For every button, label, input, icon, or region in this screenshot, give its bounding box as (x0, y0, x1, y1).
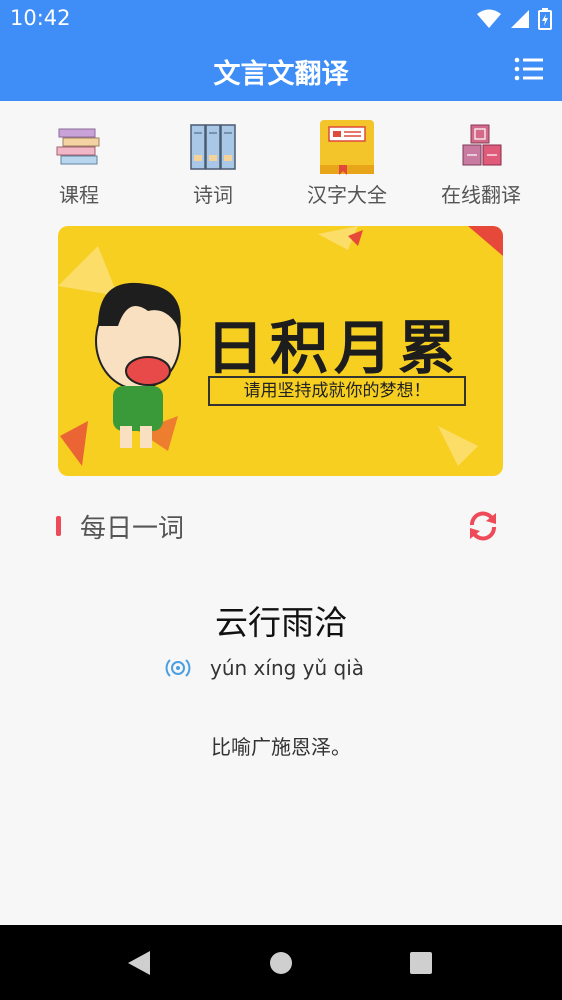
nav-item-label: 汉字大全 (307, 183, 387, 207)
promo-banner[interactable]: 日积月累 请用坚持成就你的梦想！ (58, 226, 503, 476)
nav-item-label: 在线翻译 (441, 183, 521, 207)
status-bar: 10:42 (0, 0, 562, 38)
dictionary-book-icon (320, 120, 374, 175)
wifi-icon (477, 9, 501, 28)
nav-item-course[interactable]: 课程 (24, 119, 134, 208)
nav-item-poetry[interactable]: 诗词 (158, 119, 268, 208)
word-meaning: 比喻广施恩泽。 (211, 735, 351, 759)
menu-list-icon[interactable] (514, 56, 544, 82)
app-title: 文言文翻译 (213, 59, 349, 90)
daily-word-header: 每日一词 (0, 506, 562, 546)
nav-item-label: 课程 (59, 183, 99, 207)
app-bar: 文言文翻译 (0, 38, 562, 101)
refresh-icon[interactable] (466, 509, 500, 543)
binders-icon (190, 124, 236, 170)
status-time: 10:42 (10, 6, 71, 30)
speaker-icon[interactable] (164, 654, 192, 682)
character-blocks-icon (462, 124, 502, 166)
signal-icon (511, 10, 529, 28)
pinyin-text: yún xíng yǔ qià (210, 656, 365, 680)
section-accent-bar (56, 516, 61, 536)
nav-item-label: 诗词 (193, 183, 233, 207)
main-content: 课程 诗词 汉字大全 在线翻译 日积月累 请用坚持成就你的梦想！ 每日一词 云行… (0, 101, 562, 925)
category-nav: 课程 诗词 汉字大全 在线翻译 (0, 119, 562, 209)
status-icons (476, 8, 552, 30)
battery-icon (538, 8, 552, 30)
recents-icon[interactable] (408, 949, 434, 977)
banner-title: 日积月累 (206, 314, 463, 382)
banner-subtitle: 请用坚持成就你的梦想！ (208, 376, 466, 406)
books-stack-icon (56, 128, 100, 165)
nav-item-translate[interactable]: 在线翻译 (426, 119, 536, 208)
back-icon[interactable] (126, 949, 152, 977)
section-title: 每日一词 (80, 514, 185, 544)
pinyin-row: yún xíng yǔ qià (0, 654, 562, 684)
home-icon[interactable] (268, 949, 294, 977)
system-nav-bar (0, 925, 562, 1000)
daily-word: 云行雨洽 (215, 603, 347, 642)
nav-item-dictionary[interactable]: 汉字大全 (292, 119, 402, 208)
